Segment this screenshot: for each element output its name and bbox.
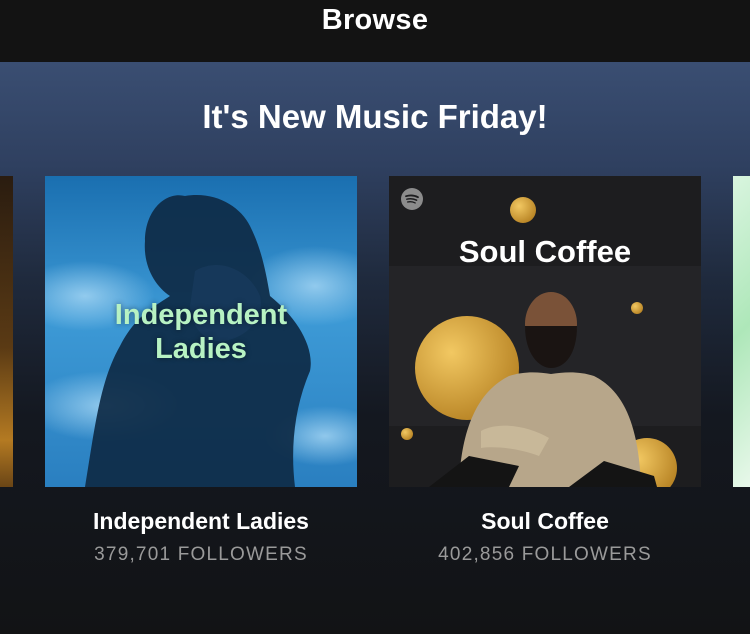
cover-title-line: Independent <box>114 299 288 331</box>
playlist-title[interactable]: Soul Coffee <box>389 508 701 535</box>
previous-playlist-card-peek[interactable] <box>0 176 13 487</box>
playlist-cover-image[interactable]: Independent Ladies <box>45 176 357 487</box>
cover-title-text: Independent Ladies <box>45 298 357 366</box>
cover-artwork <box>389 176 701 487</box>
playlist-cover-image[interactable]: Soul Coffee <box>389 176 701 487</box>
playlist-card-independent-ladies[interactable]: Independent Ladies Independent Ladies 37… <box>45 176 357 566</box>
playlist-title[interactable]: Independent Ladies <box>45 508 357 535</box>
cover-title-text: Soul Coffee <box>458 234 632 269</box>
playlist-followers: 379,701 FOLLOWERS <box>94 544 308 565</box>
page-title: Browse <box>321 4 429 36</box>
cover-title-line: Ladies <box>155 333 247 365</box>
section-title: It's New Music Friday! <box>202 98 548 135</box>
playlist-card-soul-coffee[interactable]: Soul Coffee Soul Coffee 402,856 FOLLOWER… <box>389 176 701 566</box>
navbar: Browse <box>0 0 750 62</box>
spotify-icon <box>401 188 423 210</box>
next-playlist-card-peek[interactable] <box>733 176 750 487</box>
playlist-followers: 402,856 FOLLOWERS <box>438 544 652 565</box>
